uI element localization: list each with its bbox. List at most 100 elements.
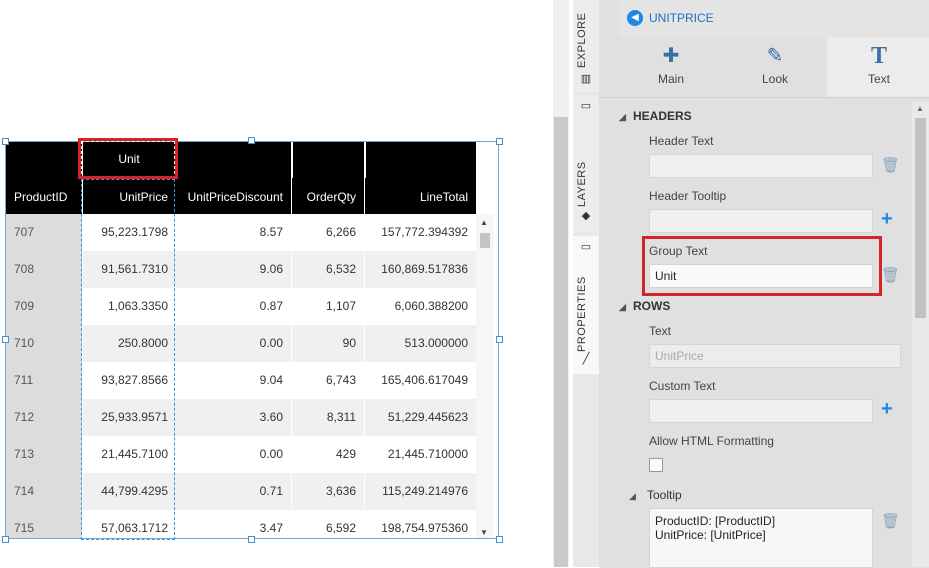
scrollbar-thumb[interactable] bbox=[480, 233, 490, 248]
tab-main[interactable]: ✚ Main bbox=[619, 37, 723, 97]
section-headers-title: HEADERS bbox=[633, 109, 692, 123]
cell-unitprice: 57,063.1712 bbox=[82, 510, 176, 538]
dashboard-canvas: Unit ProductID UnitPrice UnitPriceDiscou… bbox=[0, 0, 553, 567]
column-header-linetotal[interactable]: LineTotal bbox=[364, 180, 476, 214]
resize-handle-right[interactable] bbox=[496, 336, 503, 343]
cell-orderqty: 6,266 bbox=[291, 214, 364, 251]
data-table[interactable]: Unit ProductID UnitPrice UnitPriceDiscou… bbox=[5, 141, 499, 539]
column-header-unitprice[interactable]: UnitPrice bbox=[82, 180, 176, 214]
table-row[interactable]: 709 1,063.3350 0.87 1,107 6,060.388200 bbox=[6, 288, 476, 325]
table-row[interactable]: 715 57,063.1712 3.47 6,592 198,754.97536… bbox=[6, 510, 476, 538]
header-text-label: Header Text bbox=[649, 134, 714, 148]
resize-handle-top-right[interactable] bbox=[496, 138, 503, 145]
section-rows-title: ROWS bbox=[633, 299, 671, 313]
tab-properties[interactable]: ▭ PROPERTIES ╱ bbox=[573, 236, 600, 374]
text-T-icon: T bbox=[870, 43, 887, 69]
scroll-down-arrow-icon[interactable]: ▼ bbox=[480, 528, 488, 537]
cell-linetotal: 165,406.617049 bbox=[364, 362, 476, 399]
tab-explore[interactable]: EXPLORE ▥ bbox=[573, 0, 600, 92]
cell-productid: 712 bbox=[6, 399, 82, 436]
cell-orderqty: 8,311 bbox=[291, 399, 364, 436]
table-row[interactable]: 713 21,445.7100 0.00 429 21,445.710000 bbox=[6, 436, 476, 473]
column-header-productid[interactable]: ProductID bbox=[6, 180, 82, 214]
cell-linetotal: 157,772.394392 bbox=[364, 214, 476, 251]
resize-handle-top-left[interactable] bbox=[2, 138, 9, 145]
cell-productid: 707 bbox=[6, 214, 82, 251]
cell-linetotal: 6,060.388200 bbox=[364, 288, 476, 325]
add-plus-icon[interactable]: + bbox=[881, 398, 893, 421]
cell-linetotal: 198,754.975360 bbox=[364, 510, 476, 538]
column-header-unitpricediscount[interactable]: UnitPriceDiscount bbox=[176, 180, 291, 214]
tooltip-label: Tooltip bbox=[647, 488, 682, 502]
section-headers[interactable]: ◢ HEADERS bbox=[619, 109, 692, 123]
custom-text-label: Custom Text bbox=[649, 379, 716, 393]
cell-productid: 708 bbox=[6, 251, 82, 288]
panel-icon: ▭ bbox=[580, 100, 592, 112]
table-row[interactable]: 707 95,223.1798 8.57 6,266 157,772.39439… bbox=[6, 214, 476, 251]
panel-icon: ▭ bbox=[580, 241, 592, 253]
cell-unitprice: 44,799.4295 bbox=[82, 473, 176, 510]
cell-unitprice: 95,223.1798 bbox=[82, 214, 176, 251]
table-row[interactable]: 712 25,933.9571 3.60 8,311 51,229.445623 bbox=[6, 399, 476, 436]
tab-text-label: Text bbox=[867, 72, 890, 86]
column-divider bbox=[291, 142, 292, 538]
cell-orderqty: 1,107 bbox=[291, 288, 364, 325]
add-plus-icon[interactable]: + bbox=[881, 208, 893, 231]
back-arrow-icon[interactable]: ◀ bbox=[627, 10, 643, 26]
cell-productid: 710 bbox=[6, 325, 82, 362]
cell-orderqty: 429 bbox=[291, 436, 364, 473]
header-tooltip-input[interactable] bbox=[649, 209, 873, 233]
rows-text-input[interactable]: UnitPrice bbox=[649, 344, 901, 368]
resize-handle-bottom-left[interactable] bbox=[2, 536, 9, 543]
table-row[interactable]: 714 44,799.4295 0.71 3,636 115,249.21497… bbox=[6, 473, 476, 510]
tab-text[interactable]: T Text bbox=[827, 37, 929, 97]
tab-layers[interactable]: ▭ LAYERS ◆ bbox=[573, 95, 600, 233]
table-row[interactable]: 711 93,827.8566 9.04 6,743 165,406.61704… bbox=[6, 362, 476, 399]
allow-html-label: Allow HTML Formatting bbox=[649, 434, 774, 448]
rows-text-label: Text bbox=[649, 324, 672, 338]
cell-orderqty: 6,592 bbox=[291, 510, 364, 538]
column-divider bbox=[364, 142, 365, 538]
section-tooltip[interactable]: ◢ Tooltip bbox=[619, 488, 682, 502]
custom-text-input[interactable] bbox=[649, 399, 873, 423]
canvas-scrollbar-thumb[interactable] bbox=[554, 117, 568, 567]
header-text-input[interactable] bbox=[649, 154, 873, 178]
cell-unitpricediscount: 0.00 bbox=[176, 325, 291, 362]
column-header-orderqty[interactable]: OrderQty bbox=[291, 180, 364, 214]
table-row[interactable]: 710 250.8000 0.00 90 513.000000 bbox=[6, 325, 476, 362]
tab-properties-label: PROPERTIES bbox=[576, 276, 588, 352]
trash-icon[interactable]: 🗑 bbox=[881, 156, 900, 174]
table-vertical-scrollbar[interactable]: ▲ ▼ bbox=[476, 214, 494, 538]
trash-icon[interactable]: 🗑 bbox=[881, 266, 900, 284]
resize-handle-top[interactable] bbox=[248, 137, 255, 144]
tab-explore-label: EXPLORE bbox=[576, 12, 588, 68]
breadcrumb: ◀ UNITPRICE bbox=[619, 0, 929, 37]
cell-productid: 709 bbox=[6, 288, 82, 325]
cell-unitpricediscount: 9.06 bbox=[176, 251, 291, 288]
tab-look[interactable]: ✎ Look bbox=[723, 37, 827, 97]
properties-scrollbar[interactable]: ▲ bbox=[912, 102, 929, 567]
cell-unitprice: 250.8000 bbox=[82, 325, 176, 362]
cell-orderqty: 6,743 bbox=[291, 362, 364, 399]
resize-handle-bottom-right[interactable] bbox=[496, 536, 503, 543]
canvas-scrollbar-track[interactable] bbox=[553, 0, 569, 567]
bars-icon: ▥ bbox=[580, 73, 592, 85]
scrollbar-thumb[interactable] bbox=[915, 118, 926, 318]
resize-handle-left[interactable] bbox=[2, 336, 9, 343]
scroll-up-arrow-icon[interactable]: ▲ bbox=[480, 218, 488, 227]
cell-orderqty: 90 bbox=[291, 325, 364, 362]
allow-html-checkbox[interactable] bbox=[649, 458, 663, 472]
cell-productid: 715 bbox=[6, 510, 82, 538]
tooltip-textarea[interactable]: ProductID: [ProductID] UnitPrice: [UnitP… bbox=[649, 508, 873, 568]
cell-unitprice: 93,827.8566 bbox=[82, 362, 176, 399]
header-group-empty bbox=[176, 142, 476, 180]
table-row[interactable]: 708 91,561.7310 9.06 6,532 160,869.51783… bbox=[6, 251, 476, 288]
cell-linetotal: 160,869.517836 bbox=[364, 251, 476, 288]
resize-handle-bottom[interactable] bbox=[248, 536, 255, 543]
cell-linetotal: 513.000000 bbox=[364, 325, 476, 362]
section-rows[interactable]: ◢ ROWS bbox=[619, 299, 670, 313]
scroll-up-arrow-icon[interactable]: ▲ bbox=[916, 104, 924, 113]
breadcrumb-title[interactable]: UNITPRICE bbox=[649, 11, 714, 25]
trash-icon[interactable]: 🗑 bbox=[881, 512, 900, 530]
puzzle-icon: ✚ bbox=[662, 45, 680, 67]
